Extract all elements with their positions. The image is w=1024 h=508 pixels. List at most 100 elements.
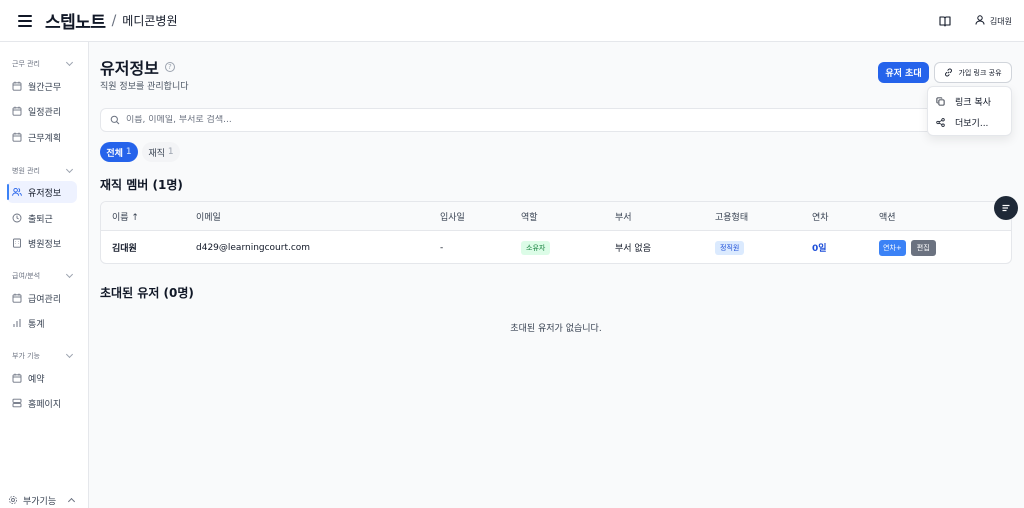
sidebar-section-extra[interactable]: 부가 기능 xyxy=(12,350,74,361)
sidebar-item-label: 근무계획 xyxy=(28,133,62,144)
sidebar-footer-label: 부가기능 xyxy=(23,496,57,507)
sidebar-item-payroll[interactable]: 급여관리 xyxy=(7,287,77,309)
sidebar-item-reservation[interactable]: 예약 xyxy=(7,367,77,389)
sidebar-item-attendance[interactable]: 출퇴근 xyxy=(7,207,77,229)
share-signup-link-button[interactable]: 가입 링크 공유 xyxy=(934,62,1012,83)
column-department: 부서 xyxy=(615,213,632,223)
section-title: 부가 기능 xyxy=(12,352,40,360)
invited-section-title: 초대된 유저 (0명) xyxy=(100,286,194,300)
chevron-down-icon xyxy=(65,58,74,67)
chevron-down-icon xyxy=(65,165,74,174)
list-filter-icon xyxy=(1002,204,1010,212)
link-icon xyxy=(945,68,953,77)
sidebar-item-label: 예약 xyxy=(28,374,45,385)
section-title: 병원 관리 xyxy=(12,167,40,175)
sidebar-item-users[interactable]: 유저정보 xyxy=(7,181,77,203)
invite-user-button[interactable]: 유저 초대 xyxy=(878,62,929,83)
clock-icon xyxy=(12,213,22,223)
more-label: 더보기... xyxy=(955,118,989,129)
brand-logo[interactable]: 스텝노트 xyxy=(45,8,106,33)
tab-label: 재직 xyxy=(148,148,165,159)
tab-count: 1 xyxy=(167,147,174,157)
breadcrumb-separator: / xyxy=(111,12,117,29)
top-header: 스텝노트 / 메디콘병원 김대원 xyxy=(0,0,1024,42)
calendar-icon xyxy=(12,132,22,142)
sidebar-item-stats[interactable]: 통계 xyxy=(7,312,77,334)
table-row[interactable]: 김대원 d429@learningcourt.com - 소유자 부서 없음 정… xyxy=(101,231,1011,263)
page-title: 유저정보 ? xyxy=(100,55,175,79)
sidebar-item-label: 월간근무 xyxy=(28,82,62,93)
member-actions: 연차+ 편집 xyxy=(879,231,936,263)
sidebar-item-homepage[interactable]: 홈페이지 xyxy=(7,392,77,414)
search-icon xyxy=(110,115,120,125)
org-name[interactable]: 메디콘병원 xyxy=(122,12,177,29)
column-email: 이메일 xyxy=(196,213,221,223)
copy-link-label: 링크 복사 xyxy=(955,97,991,108)
sidebar-item-hospital-info[interactable]: 병원정보 xyxy=(7,232,77,254)
user-name: 김대원 xyxy=(989,16,1012,26)
role-badge: 소유자 xyxy=(521,240,551,255)
member-email: d429@learningcourt.com xyxy=(196,242,311,253)
members-section-title: 재직 멤버 (1명) xyxy=(100,178,183,192)
calendar-icon xyxy=(12,81,22,91)
tab-label: 전체 xyxy=(106,148,123,159)
sidebar-footer-extra[interactable]: 부가기능 xyxy=(0,492,89,508)
share-button-label: 가입 링크 공유 xyxy=(958,68,1002,77)
calendar-icon xyxy=(12,293,22,303)
help-icon[interactable]: ? xyxy=(164,62,175,72)
edit-member-button[interactable]: 편집 xyxy=(910,239,936,256)
column-role: 역할 xyxy=(521,213,538,223)
chevron-down-icon xyxy=(65,350,74,359)
invited-empty-message: 초대된 유저가 없습니다. xyxy=(510,324,602,334)
sidebar: 근무 관리 월간근무 일정관리 근무계획 병원 관리 유저정보 출퇴근 병원정보… xyxy=(0,42,89,508)
book-icon[interactable] xyxy=(939,15,951,27)
column-employment: 고용형태 xyxy=(715,213,749,223)
sidebar-item-label: 유저정보 xyxy=(28,188,62,199)
member-employment: 정직원 xyxy=(715,231,745,263)
sidebar-item-monthly[interactable]: 월간근무 xyxy=(7,75,77,97)
layout-icon xyxy=(12,398,22,408)
member-leave-days: 0일 xyxy=(812,244,827,254)
member-role: 소유자 xyxy=(521,231,551,263)
column-join-date: 입사일 xyxy=(440,213,465,223)
sidebar-section-hospital[interactable]: 병원 관리 xyxy=(12,165,74,176)
more-share-menu-item[interactable]: 더보기... xyxy=(936,113,988,131)
sidebar-item-label: 병원정보 xyxy=(28,239,62,250)
sidebar-section-work[interactable]: 근무 관리 xyxy=(12,58,74,69)
copy-icon xyxy=(936,96,945,106)
members-table: 이름 ↑ 이메일 입사일 역할 부서 고용형태 연차 액션 김대원 d429@l… xyxy=(100,201,1012,264)
calendar-icon xyxy=(12,106,22,116)
tab-employed[interactable]: 재직 1 xyxy=(142,142,180,162)
sidebar-item-label: 홈페이지 xyxy=(28,399,62,410)
sidebar-item-schedule[interactable]: 일정관리 xyxy=(7,100,77,122)
member-department: 부서 없음 xyxy=(615,244,651,254)
chevron-up-icon xyxy=(68,497,76,506)
search-input[interactable] xyxy=(126,115,826,125)
add-leave-button[interactable]: 연차+ xyxy=(879,239,906,256)
page-subtitle: 직원 정보를 관리합니다 xyxy=(100,82,189,92)
copy-link-menu-item[interactable]: 링크 복사 xyxy=(936,92,991,110)
user-menu[interactable]: 김대원 xyxy=(975,15,1012,27)
tab-count: 1 xyxy=(125,147,132,157)
column-action: 액션 xyxy=(879,213,896,223)
sidebar-item-plan[interactable]: 근무계획 xyxy=(7,126,77,148)
column-name-sortable[interactable]: 이름 ↑ xyxy=(112,202,139,231)
menu-icon[interactable] xyxy=(18,14,32,27)
employment-badge: 정직원 xyxy=(715,240,745,255)
sidebar-item-label: 출퇴근 xyxy=(28,214,53,225)
calendar-icon xyxy=(12,373,22,383)
section-title: 근무 관리 xyxy=(12,60,40,68)
page-title-text: 유저정보 xyxy=(100,59,159,78)
bar-chart-icon xyxy=(13,319,21,327)
sidebar-section-payroll[interactable]: 급여/분석 xyxy=(12,270,74,281)
user-icon xyxy=(975,15,985,27)
table-header: 이름 ↑ 이메일 입사일 역할 부서 고용형태 연차 액션 xyxy=(101,202,1011,231)
tab-all[interactable]: 전체 1 xyxy=(100,142,138,162)
sidebar-item-label: 통계 xyxy=(28,319,45,330)
section-title: 급여/분석 xyxy=(12,272,41,280)
floating-filter-button[interactable] xyxy=(994,196,1018,220)
building-icon xyxy=(13,238,21,248)
member-name: 김대원 xyxy=(112,244,137,254)
sidebar-item-label: 급여관리 xyxy=(28,294,62,305)
chevron-down-icon xyxy=(65,270,74,279)
